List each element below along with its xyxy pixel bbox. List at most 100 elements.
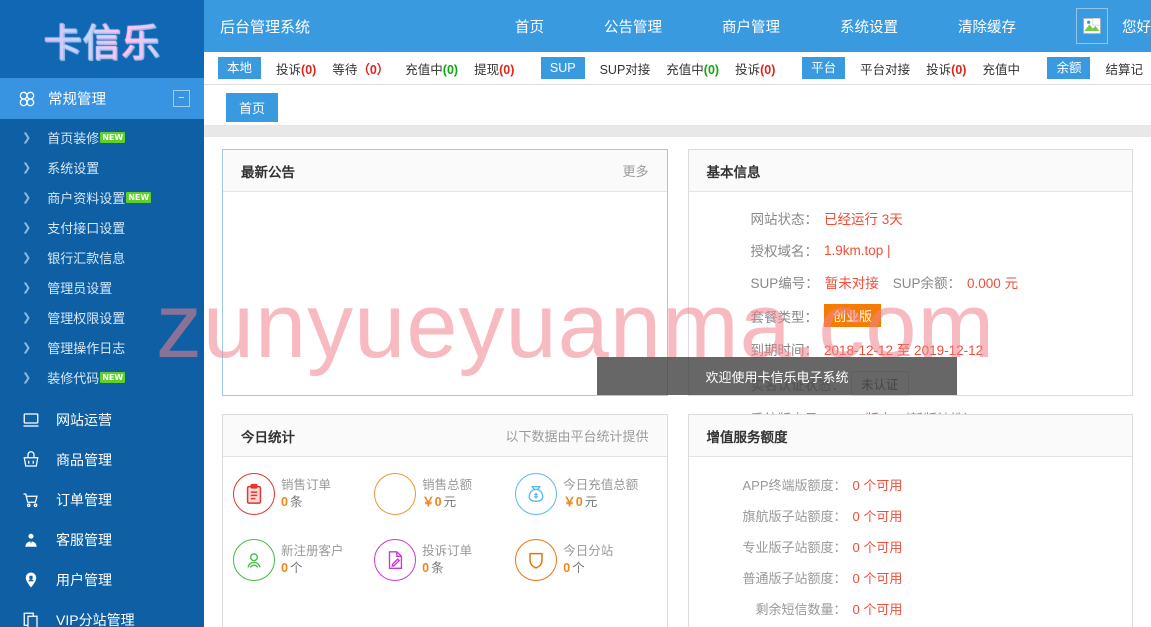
sidebar-item-3[interactable]: 客服管理: [0, 520, 204, 560]
bottom-panel-row: 今日统计 以下数据由平台统计提供 销售订单 0 条销售总额 ￥0 元今日充值总额 ￥0 元新…: [204, 396, 1151, 627]
quota-value: 0 个可用: [852, 509, 903, 524]
stat-unit: 个: [289, 561, 303, 575]
avatar[interactable]: [1075, 8, 1108, 44]
stats-panel-title: 今日统计: [241, 429, 295, 445]
status-pill-balance[interactable]: 余额: [1047, 57, 1091, 79]
app-root: 卡信乐 常规管理 − ❯ 首页装修 NEW ❯ 系统设置 ❯ 商户资料设置 NEW ❯ 支付接口设…: [0, 0, 1151, 627]
quota-row: 普通版子站额度： 0 个可用: [707, 568, 1115, 587]
stat-value: 0: [281, 561, 288, 575]
sidebar-subitem-0[interactable]: ❯ 首页装修 NEW: [0, 122, 204, 152]
status-link-1-2[interactable]: 投诉(0): [727, 59, 783, 78]
sidebar-item-5[interactable]: VIP分站管理: [0, 600, 204, 627]
sidebar-item-label: 客服管理: [56, 532, 112, 548]
stat-label: 新注册客户: [281, 544, 344, 558]
basic-info-label: 授权域名：: [750, 244, 819, 259]
edit-doc-icon: [374, 539, 417, 581]
status-pill-platform[interactable]: 平台: [802, 57, 846, 79]
breadcrumb-tab-home[interactable]: 首页: [226, 93, 279, 122]
status-link-1-1[interactable]: 充值中(0): [658, 59, 727, 78]
sidebar-subitem-1[interactable]: ❯ 系统设置: [0, 152, 204, 182]
status-bar: 本地 投诉(0) 等待（0） 充值中(0) 提现(0) SUP SUP对接 充值中(0) 投诉(…: [204, 52, 1151, 85]
status-link-0-0[interactable]: 投诉(0): [268, 59, 324, 78]
status-link-count: (0): [951, 62, 967, 77]
collapse-toggle[interactable]: −: [173, 90, 190, 107]
status-link-label: 提现: [474, 62, 500, 77]
sidebar-item-4[interactable]: 用户管理: [0, 560, 204, 600]
sidebar-group-general[interactable]: 常规管理 −: [0, 78, 204, 122]
sidebar-item-1[interactable]: 商品管理: [0, 440, 204, 480]
topnav-settings[interactable]: 系统设置: [810, 16, 928, 37]
sidebar-subitem-label: 银行汇款信息: [47, 250, 126, 266]
sidebar-subitem-8[interactable]: ❯ 装修代码 NEW: [0, 362, 204, 392]
stats-panel: 今日统计 以下数据由平台统计提供 销售订单 0 条销售总额 ￥0 元今日充值总额 ￥0 元新…: [222, 414, 668, 627]
status-link-3-0[interactable]: 结算记: [1097, 59, 1151, 78]
stats-grid: 销售订单 0 条销售总额 ￥0 元今日充值总额 ￥0 元新注册客户 0 个投诉订单 0 条今日分站 0…: [223, 457, 667, 605]
stat-label: 今日分站: [563, 544, 614, 558]
stat-label: 销售总额: [422, 478, 473, 492]
status-pill-sup[interactable]: SUP: [540, 57, 585, 79]
topnav-merchants[interactable]: 商户管理: [692, 16, 810, 37]
topnav-home[interactable]: 首页: [485, 16, 574, 37]
stat-value: 0: [563, 561, 571, 575]
sidebar-item-label: VIP分站管理: [56, 612, 135, 627]
monitor-icon: [22, 411, 50, 429]
topnav-announcements[interactable]: 公告管理: [574, 16, 692, 37]
topnav-clear-cache[interactable]: 清除缓存: [928, 16, 1046, 37]
stat-value-wrap: 0个: [563, 560, 613, 577]
basic-info-value: 2018-12-12 至 2019-12-12: [824, 343, 984, 358]
sidebar-subitem-label: 系统设置: [47, 160, 100, 176]
status-link-0-2[interactable]: 充值中(0): [397, 59, 466, 78]
status-link-2-2[interactable]: 充值中: [974, 59, 1028, 78]
status-link-2-1[interactable]: 投诉(0): [918, 59, 974, 78]
sidebar-item-0[interactable]: 网站运营: [0, 400, 204, 440]
app-title: 后台管理系统: [220, 18, 311, 36]
new-badge: NEW: [100, 131, 126, 143]
quota-value: 0 个可用: [852, 602, 903, 617]
sidebar-subitem-label: 管理员设置: [47, 280, 113, 296]
breadcrumb-bar: 首页: [204, 85, 1151, 125]
sidebar-subitem-5[interactable]: ❯ 管理员设置: [0, 272, 204, 302]
status-link-0-3[interactable]: 提现(0): [466, 59, 522, 78]
status-link-label: SUP对接: [599, 62, 651, 77]
chevron-right-icon: ❯: [22, 131, 32, 144]
sidebar-subitem-label: 商户资料设置: [47, 190, 126, 206]
basic-info-row: SUP编号： 暂未对接 SUP余额： 0.000 元: [751, 272, 1115, 292]
brand-logo[interactable]: 卡信乐: [0, 0, 204, 78]
user-greeting: 您好: [1122, 19, 1151, 36]
chevron-right-icon: ❯: [22, 341, 32, 354]
sidebar-subitem-7[interactable]: ❯ 管理操作日志: [0, 332, 204, 362]
quota-value: 0 个可用: [852, 478, 903, 493]
status-link-count: (0): [703, 62, 720, 77]
clover-icon: [14, 89, 40, 109]
sidebar-subitem-3[interactable]: ❯ 支付接口设置: [0, 212, 204, 242]
status-link-1-0[interactable]: SUP对接: [592, 59, 659, 78]
basket-icon: [22, 451, 50, 469]
quota-value: 0 个可用: [852, 571, 903, 586]
sidebar: 卡信乐 常规管理 − ❯ 首页装修 NEW ❯ 系统设置 ❯ 商户资料设置 NEW ❯ 支付接口设…: [0, 0, 204, 627]
sidebar-sub-list: ❯ 首页装修 NEW ❯ 系统设置 ❯ 商户资料设置 NEW ❯ 支付接口设置 ❯ 银行汇款信息 ❯ 管理…: [0, 122, 204, 392]
status-link-0-1[interactable]: 等待（0）: [324, 59, 397, 78]
quota-row: 专业版子站额度： 0 个可用: [707, 537, 1115, 556]
quota-label: 剩余短信数量：: [755, 602, 847, 617]
stat-unit: 条: [289, 495, 303, 509]
sidebar-subitem-2[interactable]: ❯ 商户资料设置 NEW: [0, 182, 204, 212]
sidebar-item-2[interactable]: 订单管理: [0, 480, 204, 520]
stat-value-wrap: 0条: [281, 494, 331, 511]
sidebar-subitem-4[interactable]: ❯ 银行汇款信息: [0, 242, 204, 272]
status-link-label: 充值中: [666, 62, 704, 77]
status-link-2-0[interactable]: 平台对接: [852, 59, 918, 78]
sidebar-subitem-6[interactable]: ❯ 管理权限设置: [0, 302, 204, 332]
basic-info-label: SUP编号：: [750, 276, 819, 291]
announcement-more-link[interactable]: 更多: [622, 161, 648, 180]
status-link-label: 投诉: [926, 62, 952, 77]
sidebar-subitem-label: 管理操作日志: [47, 340, 126, 356]
chevron-right-icon: ❯: [22, 371, 32, 384]
copy-icon: [22, 611, 50, 627]
top-nav: 首页 公告管理 商户管理 系统设置 清除缓存: [485, 16, 1046, 37]
status-pill-local[interactable]: 本地: [218, 57, 262, 79]
stat-unit: 个: [572, 561, 585, 575]
stat-value: ￥0: [422, 495, 442, 509]
basic-info-extra-value: 0.000 元: [967, 276, 1019, 291]
status-link-label: 结算记: [1105, 62, 1143, 77]
sidebar-main-list: 网站运营 商品管理 订单管理客服管理用户管理 VIP分站管理: [0, 400, 204, 627]
